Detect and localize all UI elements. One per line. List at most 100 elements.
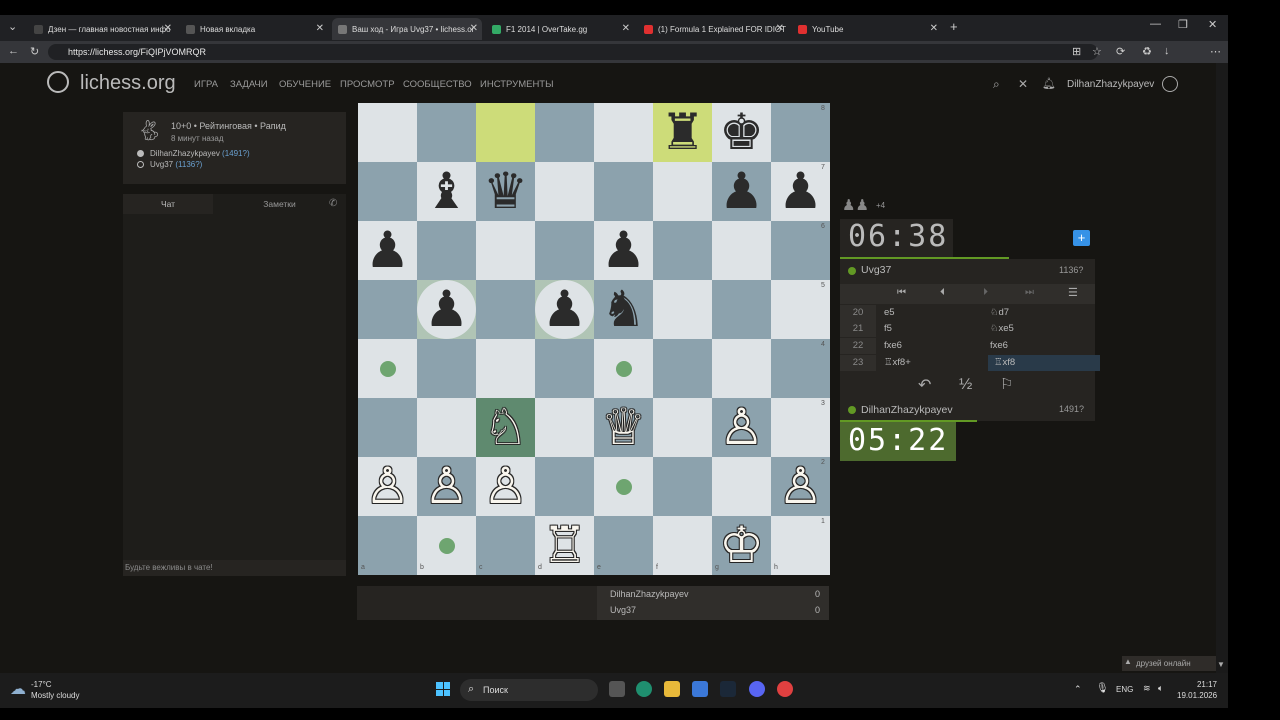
square-f4[interactable] (653, 339, 712, 398)
black-pawn-b5[interactable]: ♟ (417, 280, 476, 339)
square-e7[interactable] (594, 162, 653, 221)
square-g6[interactable] (712, 221, 771, 280)
close-icon[interactable]: ✕ (1018, 77, 1028, 91)
white-king-g1[interactable]: ♔ (712, 516, 771, 575)
favorites-icon[interactable]: ♻ (1142, 45, 1152, 58)
black-knight-e5[interactable]: ♞ (594, 280, 653, 339)
move-black[interactable]: ♘d7 (990, 305, 1096, 321)
square-d7[interactable] (535, 162, 594, 221)
scroll-down-icon[interactable]: ▼ (1217, 660, 1225, 669)
white-pawn-c2[interactable]: ♙ (476, 457, 535, 516)
url-input[interactable]: https://lichess.org/FiQIPjVOMRQR (48, 44, 1098, 60)
maximize-icon[interactable]: ❐ (1178, 18, 1188, 31)
square-g2[interactable] (712, 457, 771, 516)
bell-icon[interactable]: 🔔︎ (1042, 77, 1056, 90)
tab-chat[interactable]: Чат (123, 194, 213, 214)
square-d3[interactable] (535, 398, 594, 457)
close-icon[interactable]: ✕ (622, 23, 630, 34)
nav-play[interactable]: ИГРА (194, 79, 218, 90)
weather-cloud-icon[interactable]: ☁ (10, 679, 26, 699)
volume-icon[interactable]: 🔈︎ (1158, 683, 1163, 694)
minimize-icon[interactable]: — (1150, 18, 1161, 30)
store-icon[interactable] (692, 681, 708, 697)
square-d2[interactable] (535, 457, 594, 516)
lichess-logo-icon[interactable] (47, 71, 69, 93)
move-black-current[interactable]: ♖xf8 (988, 355, 1100, 371)
move-hint-dot[interactable] (615, 478, 632, 495)
clock-time[interactable]: 21:17 (1181, 680, 1217, 689)
chess-board[interactable]: 8 7 6 5 4 3 2 a b c d e f g 1 h ♜ ♚ ♝ ♛ ♟ ♟ ♟ ♟ ♟ ♟ ♞ ♘ ♕ ♙ ♙ ♙ ♙ ♙ ♖ ♔ (358, 103, 830, 575)
download-icon[interactable]: ↓ (1164, 45, 1170, 57)
close-icon[interactable]: ✕ (930, 23, 938, 34)
square-c6[interactable] (476, 221, 535, 280)
square-e1[interactable] (594, 516, 653, 575)
nav-community[interactable]: СООБЩЕСТВО (403, 79, 472, 90)
chat-input[interactable]: Будьте вежливы в чате! (123, 560, 346, 576)
square-c4[interactable] (476, 339, 535, 398)
black-pawn-h7[interactable]: ♟ (771, 162, 830, 221)
white-player-name[interactable]: DilhanZhazykpayev (150, 149, 220, 158)
weather-desc[interactable]: Mostly cloudy (31, 691, 79, 700)
white-player-line[interactable]: DilhanZhazykpayev (1491?) (150, 149, 250, 158)
user-menu[interactable]: DilhanZhazykpayev (1067, 79, 1154, 90)
square-a7[interactable] (358, 162, 417, 221)
black-player-name[interactable]: Uvg37 (150, 160, 173, 169)
windows-start-icon[interactable] (436, 682, 450, 696)
square-f6[interactable] (653, 221, 712, 280)
self-name[interactable]: DilhanZhazykpayev (861, 404, 953, 416)
user-icon[interactable] (1162, 76, 1178, 92)
square-a8[interactable] (358, 103, 417, 162)
square-b4[interactable] (417, 339, 476, 398)
square-c1[interactable] (476, 516, 535, 575)
white-rook-d1[interactable]: ♖ (535, 516, 594, 575)
square-a5[interactable] (358, 280, 417, 339)
taskbar-search[interactable]: ⌕ Поиск (460, 679, 598, 701)
square-d8[interactable] (535, 103, 594, 162)
square-b3[interactable] (417, 398, 476, 457)
first-move-icon[interactable]: ⏮ (897, 287, 906, 298)
microphone-icon[interactable]: 🎙︎ (1096, 683, 1109, 694)
browser-tab-2[interactable]: Новая вкладка ✕ (180, 18, 328, 40)
black-rook-f8[interactable]: ♜ (653, 103, 712, 162)
apps-icon[interactable]: ⊞ (1072, 45, 1081, 58)
white-pawn-a2[interactable]: ♙ (358, 457, 417, 516)
square-b6[interactable] (417, 221, 476, 280)
weather-temp[interactable]: -17°C (31, 680, 52, 689)
square-c5[interactable] (476, 280, 535, 339)
file-explorer-icon[interactable] (664, 681, 680, 697)
white-pawn-h2[interactable]: ♙ (771, 457, 830, 516)
white-pawn-g3[interactable]: ♙ (712, 398, 771, 457)
menu-icon[interactable]: ⋯ (1210, 45, 1221, 58)
steam-icon[interactable] (720, 681, 736, 697)
close-icon[interactable]: ✕ (776, 23, 784, 34)
square-f7[interactable] (653, 162, 712, 221)
resign-flag-icon[interactable]: ⚐ (1000, 375, 1013, 393)
square-d6[interactable] (535, 221, 594, 280)
browser-tab-5[interactable]: (1) Formula 1 Explained FOR IDIOT ✕ (638, 18, 788, 40)
language-indicator[interactable]: ENG (1116, 685, 1133, 694)
back-icon[interactable]: ← (8, 45, 19, 57)
move-white[interactable]: e5 (884, 305, 895, 321)
nav-puzzles[interactable]: ЗАДАЧИ (230, 79, 268, 90)
black-pawn-d5[interactable]: ♟ (535, 280, 594, 339)
tab-list-icon[interactable]: ⌄ (8, 20, 17, 33)
square-f2[interactable] (653, 457, 712, 516)
phone-icon[interactable]: ✆ (329, 198, 337, 209)
move-black[interactable]: fxe6 (990, 338, 1096, 354)
scrollbar[interactable] (1216, 63, 1228, 673)
close-icon[interactable]: ✕ (164, 23, 172, 34)
close-icon[interactable]: ✕ (470, 23, 478, 34)
friends-online-button[interactable]: друзей онлайн (1122, 656, 1217, 671)
black-player-line[interactable]: Uvg37 (1136?) (150, 160, 202, 169)
prev-move-icon[interactable]: ⏴ (940, 287, 945, 298)
nav-learn[interactable]: ОБУЧЕНИЕ (279, 79, 331, 90)
white-pawn-b2[interactable]: ♙ (417, 457, 476, 516)
clock-date[interactable]: 19.01.2026 (1177, 691, 1217, 700)
black-king-g8[interactable]: ♚ (712, 103, 771, 162)
tab-notes[interactable]: Заметки (213, 194, 346, 214)
chrome-icon[interactable] (777, 681, 793, 697)
edge-icon[interactable] (636, 681, 652, 697)
move-hint-dot[interactable] (379, 360, 396, 377)
takeback-icon[interactable]: ↶ (918, 375, 931, 395)
chevron-up-icon[interactable]: ⌃ (1074, 684, 1082, 695)
